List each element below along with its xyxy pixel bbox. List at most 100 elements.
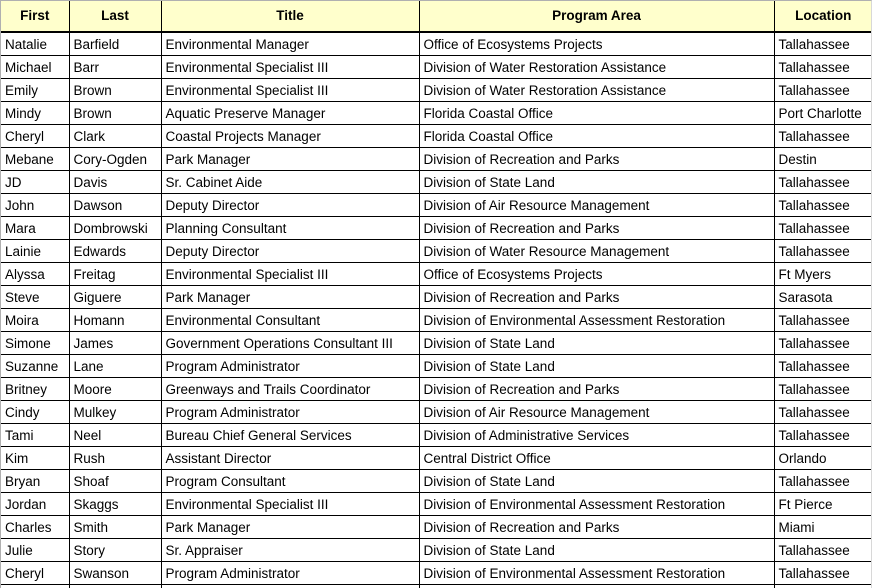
- cell-program[interactable]: Division of Water Restoration Assistance: [419, 55, 775, 79]
- cell-location[interactable]: Tallahassee: [774, 193, 871, 217]
- cell-location[interactable]: Orlando: [774, 446, 871, 470]
- cell-first[interactable]: Lainie: [1, 239, 70, 263]
- table-row[interactable]: Kim Rush Assistant Director Central Distric…: [1, 446, 871, 470]
- cell-first[interactable]: Mebane: [1, 147, 70, 171]
- cell-first[interactable]: Suzanne: [1, 354, 70, 378]
- cell-location[interactable]: Tallahassee: [774, 561, 871, 585]
- cell-title[interactable]: Aquatic Preserve Manager: [161, 101, 420, 125]
- cell-last[interactable]: Smith: [69, 515, 162, 539]
- table-row[interactable]: Mindy Brown Aquatic Preserve Manager Florid…: [1, 101, 871, 125]
- table-row[interactable]: Lainie Edwards Deputy Director Division of …: [1, 239, 871, 263]
- cell-location[interactable]: Tallahassee: [774, 78, 871, 102]
- cell-title[interactable]: Program Administrator: [161, 400, 420, 424]
- cell-title[interactable]: Park Manager: [161, 515, 420, 539]
- cell-title[interactable]: Government Operations Consultant III: [161, 331, 420, 355]
- cell-first[interactable]: Cheryl: [1, 561, 70, 585]
- cell-program[interactable]: Florida Coastal Office: [419, 124, 775, 148]
- cell-last[interactable]: Freitag: [69, 262, 162, 286]
- cell-last[interactable]: Brown: [69, 101, 162, 125]
- cell-title[interactable]: Environmental Manager: [161, 32, 420, 56]
- table-row[interactable]: Britney Moore Greenways and Trails Coordin…: [1, 377, 871, 401]
- cell-last[interactable]: Story: [69, 538, 162, 562]
- table-row[interactable]: Moira Homann Environmental Consultant Divis…: [1, 308, 871, 332]
- cell-first[interactable]: Emily: [1, 78, 70, 102]
- cell-last[interactable]: Lane: [69, 354, 162, 378]
- cell-first[interactable]: Kim: [1, 446, 70, 470]
- cell-location[interactable]: Ft Pierce: [774, 492, 871, 516]
- cell-first[interactable]: Alyssa: [1, 262, 70, 286]
- cell-location[interactable]: Tallahassee: [774, 216, 871, 240]
- table-row[interactable]: Emily Brown Environmental Specialist III Di…: [1, 78, 871, 102]
- cell-location[interactable]: Tallahassee: [774, 469, 871, 493]
- column-header-last[interactable]: Last: [69, 1, 162, 33]
- cell-last[interactable]: Neel: [69, 423, 162, 447]
- cell-program[interactable]: Central District Office: [419, 446, 775, 470]
- cell-program[interactable]: Division of Water Resource Management: [419, 239, 775, 263]
- cell-location[interactable]: Tallahassee: [774, 377, 871, 401]
- cell-program[interactable]: Division of State Land: [419, 354, 775, 378]
- cell-last[interactable]: Homann: [69, 308, 162, 332]
- table-row[interactable]: Cindy Mulkey Program Administrator Division…: [1, 400, 871, 424]
- table-row[interactable]: JD Davis Sr. Cabinet Aide Division of State…: [1, 170, 871, 194]
- cell-title[interactable]: Assistant Director: [161, 446, 420, 470]
- table-row[interactable]: Cheryl Swanson Program Administrator Divisi…: [1, 561, 871, 585]
- cell-last[interactable]: Dawson: [69, 193, 162, 217]
- cell-first[interactable]: Moira: [1, 308, 70, 332]
- cell-title[interactable]: Sr. Appraiser: [161, 538, 420, 562]
- cell-program[interactable]: Division of State Land: [419, 170, 775, 194]
- cell-program[interactable]: Division of Recreation and Parks: [419, 216, 775, 240]
- cell-last[interactable]: Moore: [69, 377, 162, 401]
- cell-last[interactable]: Barfield: [69, 32, 162, 56]
- cell-title[interactable]: Environmental Specialist III: [161, 78, 420, 102]
- cell-last[interactable]: Skaggs: [69, 492, 162, 516]
- table-row[interactable]: Jordan Skaggs Environmental Specialist III…: [1, 492, 871, 516]
- cell-location[interactable]: Tallahassee: [774, 124, 871, 148]
- cell-first[interactable]: Charles: [1, 515, 70, 539]
- cell-first[interactable]: Natalie: [1, 32, 70, 56]
- cell-first[interactable]: Bryan: [1, 469, 70, 493]
- cell-program[interactable]: Florida Coastal Office: [419, 101, 775, 125]
- cell-title[interactable]: Coastal Projects Manager: [161, 124, 420, 148]
- cell-title[interactable]: Deputy Director: [161, 193, 420, 217]
- cell-title[interactable]: Bureau Chief General Services: [161, 423, 420, 447]
- column-header-title[interactable]: Title: [161, 1, 420, 33]
- cell-title[interactable]: Program Administrator: [161, 561, 420, 585]
- cell-first[interactable]: Mickey: [1, 584, 70, 588]
- cell-program[interactable]: Division of Recreation and Parks: [419, 515, 775, 539]
- column-header-first[interactable]: First: [1, 1, 70, 33]
- cell-program[interactable]: Division of Air Resource Management: [419, 400, 775, 424]
- cell-program[interactable]: Division of Administrative Services: [419, 423, 775, 447]
- cell-location[interactable]: Tallahassee: [774, 308, 871, 332]
- table-row[interactable]: Alyssa Freitag Environmental Specialist II…: [1, 262, 871, 286]
- cell-location[interactable]: Tallahassee: [774, 55, 871, 79]
- cell-location[interactable]: Miami: [774, 515, 871, 539]
- cell-program[interactable]: Division of Recreation and Parks: [419, 147, 775, 171]
- cell-title[interactable]: Environmental Specialist III: [161, 262, 420, 286]
- cell-location[interactable]: Port Charlotte: [774, 101, 871, 125]
- cell-first[interactable]: John: [1, 193, 70, 217]
- table-row[interactable]: Natalie Barfield Environmental Manager Offi…: [1, 32, 871, 56]
- cell-first[interactable]: Michael: [1, 55, 70, 79]
- cell-program[interactable]: Division of Recreation and Parks: [419, 584, 775, 588]
- table-row[interactable]: Simone James Government Operations Consult…: [1, 331, 871, 355]
- cell-program[interactable]: Office of Ecosystems Projects: [419, 32, 775, 56]
- cell-title[interactable]: Environmental Consultant: [161, 308, 420, 332]
- cell-title[interactable]: Park Manager: [161, 584, 420, 588]
- cell-program[interactable]: Division of Water Restoration Assistance: [419, 78, 775, 102]
- cell-last[interactable]: Dombrowski: [69, 216, 162, 240]
- cell-title[interactable]: Program Administrator: [161, 354, 420, 378]
- cell-first[interactable]: Simone: [1, 331, 70, 355]
- cell-last[interactable]: Cory-Ogden: [69, 147, 162, 171]
- cell-last[interactable]: Barr: [69, 55, 162, 79]
- cell-location[interactable]: Tallahassee: [774, 170, 871, 194]
- cell-title[interactable]: Environmental Specialist III: [161, 492, 420, 516]
- table-row[interactable]: MickeyThomasonPark ManagerDivision of Re…: [1, 584, 871, 588]
- cell-title[interactable]: Park Manager: [161, 285, 420, 309]
- column-header-program-area[interactable]: Program Area: [419, 1, 775, 33]
- table-row[interactable]: Michael Barr Environmental Specialist III D…: [1, 55, 871, 79]
- cell-last[interactable]: Davis: [69, 170, 162, 194]
- cell-program[interactable]: Division of Recreation and Parks: [419, 285, 775, 309]
- table-row[interactable]: Tami Neel Bureau Chief General Services Div…: [1, 423, 871, 447]
- cell-first[interactable]: Cheryl: [1, 124, 70, 148]
- cell-location[interactable]: Tallahassee: [774, 354, 871, 378]
